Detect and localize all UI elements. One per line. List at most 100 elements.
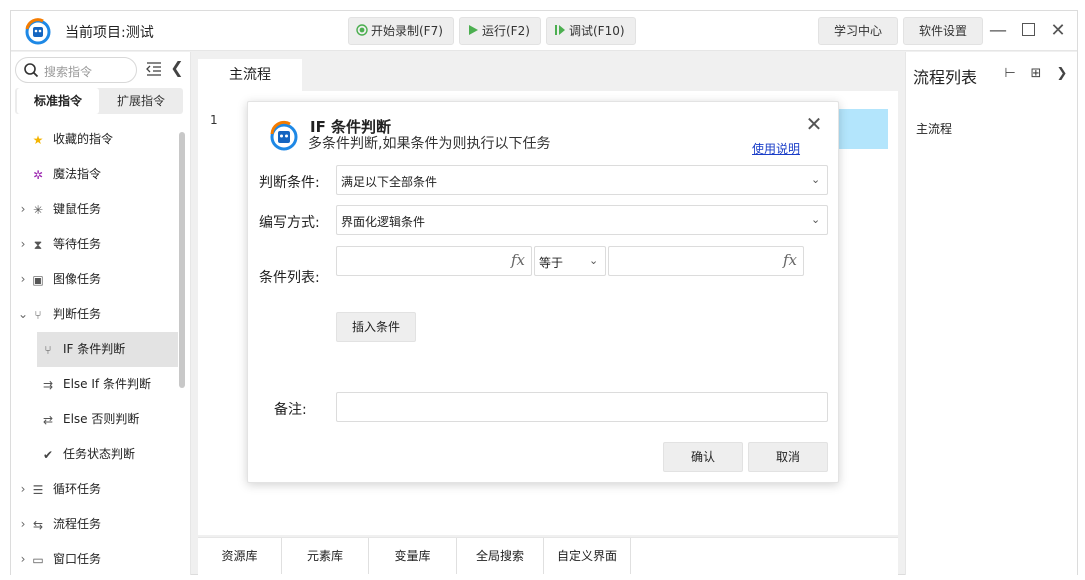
sidebar-item-label: 魔法指令: [53, 167, 102, 181]
right-operand-input[interactable]: fx: [608, 246, 804, 276]
debug-icon: [553, 19, 567, 45]
click-icon: ✳: [32, 203, 44, 217]
if-condition-dialog: IF 条件判断 多条件判断,如果条件为则执行以下任务 使用说明 ✕ 判断条件: …: [247, 101, 839, 483]
left-operand-input[interactable]: fx: [336, 246, 532, 276]
condition-label: 判断条件:: [259, 175, 320, 191]
star-icon: ★: [32, 133, 44, 147]
editor-tab-strip: 主流程: [198, 59, 898, 91]
else-if-icon: ⇉: [42, 378, 54, 392]
search-placeholder: 搜索指令: [44, 65, 93, 79]
operator-value: 等于: [539, 256, 564, 270]
chevron-right-icon: ›: [20, 517, 26, 531]
remark-label: 备注:: [274, 402, 307, 418]
instruction-tabs: 标准指令 扩展指令: [15, 88, 183, 114]
magic-wand-icon: ✲: [32, 168, 44, 182]
chevron-right-icon: ›: [20, 272, 26, 286]
chevron-down-icon: ⌄: [811, 173, 821, 186]
confirm-button[interactable]: 确认: [663, 442, 743, 472]
sidebar-scrollbar[interactable]: [179, 132, 185, 388]
loop-icon: ☰: [32, 483, 44, 497]
cancel-button[interactable]: 取消: [748, 442, 828, 472]
record-icon: [355, 19, 369, 45]
help-link[interactable]: 使用说明: [752, 140, 800, 157]
sidebar-item-favorites[interactable]: ★ 收藏的指令: [11, 122, 181, 157]
window-icon: ▭: [32, 553, 44, 567]
app-logo-icon: [25, 18, 51, 45]
sidebar-item-label: Else 否则判断: [63, 412, 140, 426]
condition-list-label: 条件列表:: [259, 270, 320, 286]
tree-icon[interactable]: ⊢: [1002, 66, 1018, 82]
flow-list-title: 流程列表: [913, 68, 978, 87]
image-icon: ▣: [32, 273, 44, 287]
branch-icon: ⑂: [44, 343, 52, 357]
instruction-sidebar: 搜索指令 ❮ 标准指令 扩展指令 ★ 收藏的指令 ✲ 魔法指令 › ✳ 键鼠任务…: [11, 52, 191, 575]
insert-condition-button[interactable]: 插入条件: [336, 312, 416, 342]
project-title: 当前项目:测试: [65, 25, 154, 41]
chevron-right-icon: ›: [20, 482, 26, 496]
tab-resource-library[interactable]: 资源库: [198, 538, 282, 574]
add-flow-icon[interactable]: ⊞: [1028, 66, 1044, 82]
sidebar-item-if[interactable]: ⑂ IF 条件判断: [37, 332, 178, 367]
sidebar-item-label: 流程任务: [53, 517, 102, 531]
tab-main-flow[interactable]: 主流程: [198, 59, 302, 91]
check-circle-icon: ✔: [42, 448, 54, 462]
remark-input[interactable]: [336, 392, 828, 422]
collapse-sidebar-icon[interactable]: ❮: [169, 58, 185, 78]
sidebar-item-task-status[interactable]: ✔ 任务状态判断: [11, 437, 181, 472]
sidebar-item-label: 等待任务: [53, 237, 102, 251]
collapse-list-icon[interactable]: [145, 60, 163, 78]
start-record-label: 开始录制(F7): [371, 24, 443, 38]
minimize-icon[interactable]: —: [987, 19, 1009, 43]
run-button[interactable]: 运行(F2): [459, 17, 541, 45]
branch-icon: ⑂: [34, 308, 42, 322]
tab-custom-interface[interactable]: 自定义界面: [544, 538, 631, 574]
sidebar-item-else[interactable]: ⇄ Else 否则判断: [11, 402, 181, 437]
tab-global-search[interactable]: 全局搜索: [457, 538, 544, 574]
dialog-subtitle: 多条件判断,如果条件为则执行以下任务: [308, 136, 551, 152]
learning-center-button[interactable]: 学习中心: [818, 17, 898, 45]
mode-label: 编写方式:: [259, 215, 320, 231]
sidebar-item-loop[interactable]: › ☰ 循环任务: [11, 472, 181, 507]
tab-variable-library[interactable]: 变量库: [369, 538, 457, 574]
sidebar-item-window[interactable]: › ▭ 窗口任务: [11, 542, 181, 575]
sidebar-item-keyboard-mouse[interactable]: › ✳ 键鼠任务: [11, 192, 181, 227]
flow-list-item[interactable]: 主流程: [916, 120, 952, 137]
maximize-icon[interactable]: [1017, 19, 1039, 43]
app-logo-icon: [270, 120, 298, 151]
flow-list-panel: 流程列表 ⊢ ⊞ ❯ 主流程: [905, 52, 1077, 575]
chevron-down-icon: ⌄: [17, 307, 29, 321]
sidebar-item-wait[interactable]: › ⧗ 等待任务: [11, 227, 181, 262]
sidebar-item-label: 键鼠任务: [53, 202, 102, 216]
line-number: 1: [210, 113, 218, 127]
debug-label: 调试(F10): [569, 24, 625, 38]
sidebar-item-label: 图像任务: [53, 272, 102, 286]
search-icon: [24, 63, 39, 78]
tab-element-library[interactable]: 元素库: [282, 538, 369, 574]
chevron-right-icon[interactable]: ❯: [1054, 66, 1070, 82]
mode-select[interactable]: 界面化逻辑条件 ⌄: [336, 205, 828, 235]
close-icon[interactable]: ✕: [804, 114, 824, 134]
sidebar-item-label: IF 条件判断: [63, 342, 126, 356]
tab-extended-instructions[interactable]: 扩展指令: [101, 88, 181, 114]
fx-icon[interactable]: fx: [783, 251, 797, 269]
sidebar-item-else-if[interactable]: ⇉ Else If 条件判断: [11, 367, 181, 402]
sidebar-item-image[interactable]: › ▣ 图像任务: [11, 262, 181, 297]
sidebar-item-label: 收藏的指令: [53, 132, 114, 146]
search-instruction-input[interactable]: 搜索指令: [15, 57, 137, 83]
hourglass-icon: ⧗: [33, 238, 43, 252]
sidebar-item-flow[interactable]: › ⇆ 流程任务: [11, 507, 181, 542]
tab-standard-instructions[interactable]: 标准指令: [17, 88, 99, 114]
operator-select[interactable]: 等于 ⌄: [534, 246, 606, 276]
close-window-icon[interactable]: ✕: [1047, 19, 1069, 43]
sidebar-item-judge[interactable]: ⌄ ⑂ 判断任务: [11, 297, 181, 332]
mode-value: 界面化逻辑条件: [341, 215, 426, 229]
debug-button[interactable]: 调试(F10): [546, 17, 636, 45]
flow-icon: ⇆: [32, 518, 44, 532]
fx-icon[interactable]: fx: [511, 251, 525, 269]
chevron-down-icon: ⌄: [589, 254, 599, 267]
sidebar-item-magic[interactable]: ✲ 魔法指令: [11, 157, 181, 192]
start-record-button[interactable]: 开始录制(F7): [348, 17, 454, 45]
chevron-right-icon: ›: [20, 202, 26, 216]
condition-select[interactable]: 满足以下全部条件 ⌄: [336, 165, 828, 195]
software-settings-button[interactable]: 软件设置: [903, 17, 983, 45]
